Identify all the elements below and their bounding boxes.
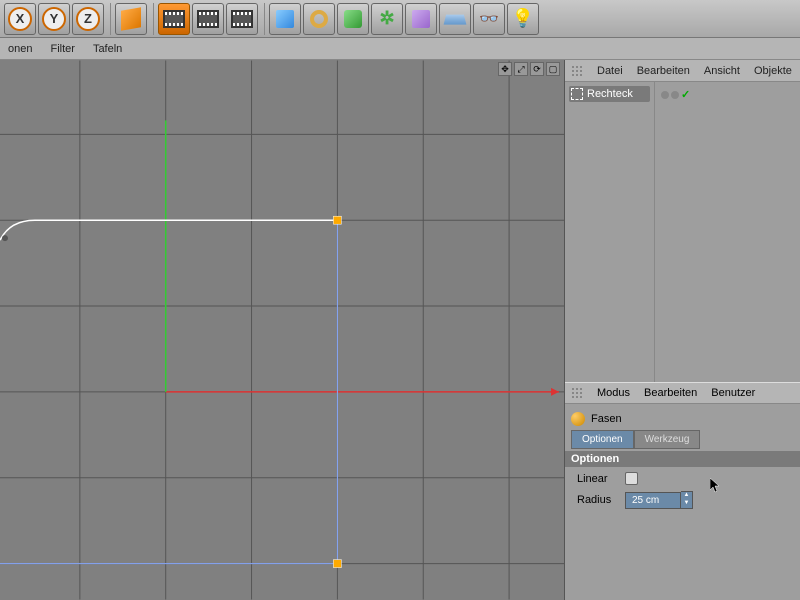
spline-object [0,220,337,240]
spline-button[interactable] [303,3,335,35]
viewport[interactable]: ✥ ⤢ ⟳ ▢ [0,60,565,600]
light-button[interactable]: 💡 [507,3,539,35]
spline-icon [310,10,328,28]
tool-header: Fasen [571,408,794,430]
axis-y-icon: Y [42,7,66,31]
object-menu-item[interactable]: Bearbeiten [637,65,690,77]
camera-icon: 👓 [478,8,500,30]
render-view-button[interactable] [158,3,190,35]
attr-menu-item[interactable]: Bearbeiten [644,387,697,399]
viewport-menubar: onen Filter Tafeln [0,38,800,60]
radius-input[interactable]: 25 cm ▲▼ [625,491,693,509]
tool-name: Fasen [591,413,622,425]
object-tree-item[interactable]: Rechteck [569,86,650,102]
light-icon: 💡 [512,8,534,30]
attribute-manager-menubar: Modus Bearbeiten Benutzer [565,382,800,404]
linear-checkbox[interactable] [625,472,638,485]
film-icon [197,10,219,28]
viewport-menu-item[interactable]: Tafeln [93,43,122,55]
environment-icon [412,10,430,28]
floor-icon [444,14,467,24]
object-visibility-tags[interactable]: ✓ [659,86,796,103]
viewport-grid [0,60,564,600]
object-name: Rechteck [587,88,633,100]
camera-button[interactable]: 👓 [473,3,505,35]
generator-icon [344,10,362,28]
generator-button[interactable] [337,3,369,35]
primitive-button[interactable] [269,3,301,35]
film-icon [163,10,185,28]
cube-icon [121,7,141,31]
grip-icon [571,65,583,77]
axis-y-button[interactable]: Y [38,3,70,35]
linear-label: Linear [577,473,617,485]
viewport-rotate-button[interactable]: ⟳ [530,62,544,76]
main-toolbar: X Y Z ✲ 👓 💡 [0,0,800,38]
film-icon [231,10,253,28]
viewport-zoom-button[interactable]: ⤢ [514,62,528,76]
object-menu-item[interactable]: Datei [597,65,623,77]
axis-x-button[interactable]: X [4,3,36,35]
attr-menu-item[interactable]: Benutzer [711,387,755,399]
section-header: Optionen [565,451,800,467]
tab-werkzeug[interactable]: Werkzeug [634,430,701,449]
attr-menu-item[interactable]: Modus [597,387,630,399]
floor-button[interactable] [439,3,471,35]
axis-x-icon: X [8,7,32,31]
object-menu-item[interactable]: Ansicht [704,65,740,77]
visibility-dot-icon [671,91,679,99]
radius-value[interactable]: 25 cm [625,492,681,509]
radius-spinner[interactable]: ▲▼ [681,491,693,509]
object-manager-menubar: Datei Bearbeiten Ansicht Objekte [565,60,800,82]
viewport-maximize-button[interactable]: ▢ [546,62,560,76]
render-region-button[interactable] [192,3,224,35]
rectangle-icon [571,88,583,100]
viewport-move-button[interactable]: ✥ [498,62,512,76]
grip-icon [571,387,583,399]
radius-label: Radius [577,494,617,506]
axis-z-button[interactable]: Z [72,3,104,35]
check-icon: ✓ [681,88,690,101]
tab-optionen[interactable]: Optionen [571,430,634,449]
viewport-menu-item[interactable]: onen [8,43,32,55]
environment-button[interactable] [405,3,437,35]
object-menu-item[interactable]: Objekte [754,65,792,77]
coord-system-button[interactable] [115,3,147,35]
deformer-icon: ✲ [377,9,397,29]
bevel-tool-icon [571,412,585,426]
primitive-icon [276,10,294,28]
viewport-menu-item[interactable]: Filter [50,43,74,55]
axis-z-icon: Z [76,7,100,31]
viewport-controls: ✥ ⤢ ⟳ ▢ [498,62,560,76]
deformer-button[interactable]: ✲ [371,3,403,35]
object-manager[interactable]: Rechteck ✓ [565,82,800,382]
render-settings-button[interactable] [226,3,258,35]
attribute-manager: Fasen Optionen Werkzeug Optionen Linear … [565,404,800,600]
visibility-dot-icon [661,91,669,99]
